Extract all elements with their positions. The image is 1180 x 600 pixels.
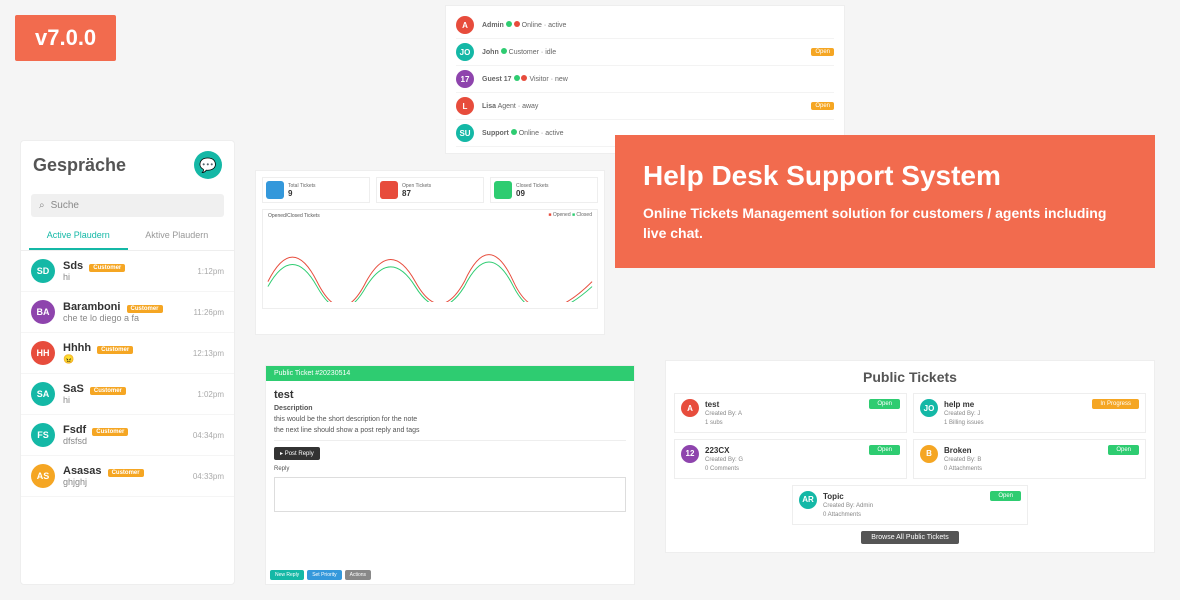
list-item[interactable]: 17Guest 17 Visitor · new <box>456 66 834 93</box>
avatar: A <box>456 16 474 34</box>
ticket-card[interactable]: BBrokenCreated By: B0 AttachmentsOpen <box>913 439 1146 479</box>
avatar: JO <box>920 399 938 417</box>
chat-panel: Gespräche 💬 ⌕Suche Active Plaudern Aktiv… <box>20 140 235 585</box>
status-button[interactable]: Open <box>990 491 1021 501</box>
reply-textarea[interactable] <box>274 477 626 512</box>
avatar: SU <box>456 124 474 142</box>
avatar: B <box>920 445 938 463</box>
avatar: HH <box>31 341 55 365</box>
ticket-header: Public Ticket #20230514 <box>266 366 634 381</box>
ticket-card[interactable]: JOhelp meCreated By: J1 Billing issuesIn… <box>913 393 1146 433</box>
chat-icon[interactable]: 💬 <box>194 151 222 179</box>
ticket-card[interactable]: 12223CXCreated By: G0 CommentsOpen <box>674 439 907 479</box>
set-priority-button[interactable]: Set Priority <box>307 570 341 580</box>
ticket-title: test <box>274 389 626 401</box>
avatar: 17 <box>456 70 474 88</box>
public-tickets-panel: Public Tickets AtestCreated By: A1 subsO… <box>665 360 1155 553</box>
public-tickets-title: Public Tickets <box>674 369 1146 385</box>
role-pill: Customer <box>92 428 128 436</box>
line-chart: Opened/Closed Tickets ■ Opened ■ Closed <box>262 209 598 309</box>
list-item[interactable]: JOJohn Customer · idleOpen <box>456 39 834 66</box>
ticket-detail-panel: Public Ticket #20230514 test Description… <box>265 365 635 585</box>
role-pill: Customer <box>108 469 144 477</box>
browse-all-button[interactable]: Browse All Public Tickets <box>861 531 958 544</box>
role-pill: Customer <box>90 387 126 395</box>
avatar: SA <box>31 382 55 406</box>
avatar: AR <box>799 491 817 509</box>
status-badge: Open <box>811 48 834 56</box>
role-pill: Customer <box>97 346 133 354</box>
status-button[interactable]: Open <box>1108 445 1139 455</box>
role-pill: Customer <box>89 264 125 272</box>
avatar: BA <box>31 300 55 324</box>
chat-row[interactable]: ASAsasas Customerghjghj04:33pm <box>21 456 234 497</box>
ticket-card[interactable]: ARTopicCreated By: Admin0 AttachmentsOpe… <box>792 485 1028 525</box>
avatar: 12 <box>681 445 699 463</box>
conversation-list-panel: AAdmin Online · active JOJohn Customer ·… <box>445 5 845 154</box>
avatar: A <box>681 399 699 417</box>
stat-card: Closed Tickets09 <box>490 177 598 203</box>
avatar: SD <box>31 259 55 283</box>
status-button[interactable]: Open <box>869 399 900 409</box>
hero-title: Help Desk Support System <box>643 160 1127 192</box>
stat-card: Total Tickets9 <box>262 177 370 203</box>
chat-row[interactable]: BABaramboni Customerche te lo diego a fa… <box>21 292 234 333</box>
chat-row[interactable]: SDSds Customerhi1:12pm <box>21 251 234 292</box>
tabs: Active Plaudern Aktive Plaudern <box>21 222 234 251</box>
dashboard-panel: Total Tickets9 Open Tickets87 Closed Tic… <box>255 170 605 335</box>
avatar: AS <box>31 464 55 488</box>
actions-button[interactable]: Actions <box>345 570 371 580</box>
chat-title: Gespräche <box>33 155 126 176</box>
tab-active[interactable]: Active Plaudern <box>29 222 128 250</box>
chart-svg <box>263 222 597 302</box>
list-item[interactable]: AAdmin Online · active <box>456 12 834 39</box>
avatar: L <box>456 97 474 115</box>
ticket-card[interactable]: AtestCreated By: A1 subsOpen <box>674 393 907 433</box>
search-input[interactable]: ⌕Suche <box>31 194 224 217</box>
status-badge: Open <box>811 102 834 110</box>
stat-card: Open Tickets87 <box>376 177 484 203</box>
status-button[interactable]: Open <box>869 445 900 455</box>
version-badge: v7.0.0 <box>15 15 116 61</box>
status-button[interactable]: In Progress <box>1092 399 1139 409</box>
new-reply-button[interactable]: New Reply <box>270 570 304 580</box>
role-pill: Customer <box>127 305 163 313</box>
avatar: FS <box>31 423 55 447</box>
chat-row[interactable]: SASaS Customerhi1:02pm <box>21 374 234 415</box>
search-icon: ⌕ <box>39 200 45 211</box>
chat-row[interactable]: HHHhhh Customer😠12:13pm <box>21 333 234 374</box>
avatar: JO <box>456 43 474 61</box>
chat-row[interactable]: FSFsdf Customerdfsfsd04:34pm <box>21 415 234 456</box>
list-item[interactable]: LLisa Agent · awayOpen <box>456 93 834 120</box>
tab-inactive[interactable]: Aktive Plaudern <box>128 222 227 250</box>
post-reply-button[interactable]: ▸ Post Reply <box>274 447 320 460</box>
hero-subtitle: Online Tickets Management solution for c… <box>643 204 1127 243</box>
hero-banner: Help Desk Support System Online Tickets … <box>615 135 1155 268</box>
